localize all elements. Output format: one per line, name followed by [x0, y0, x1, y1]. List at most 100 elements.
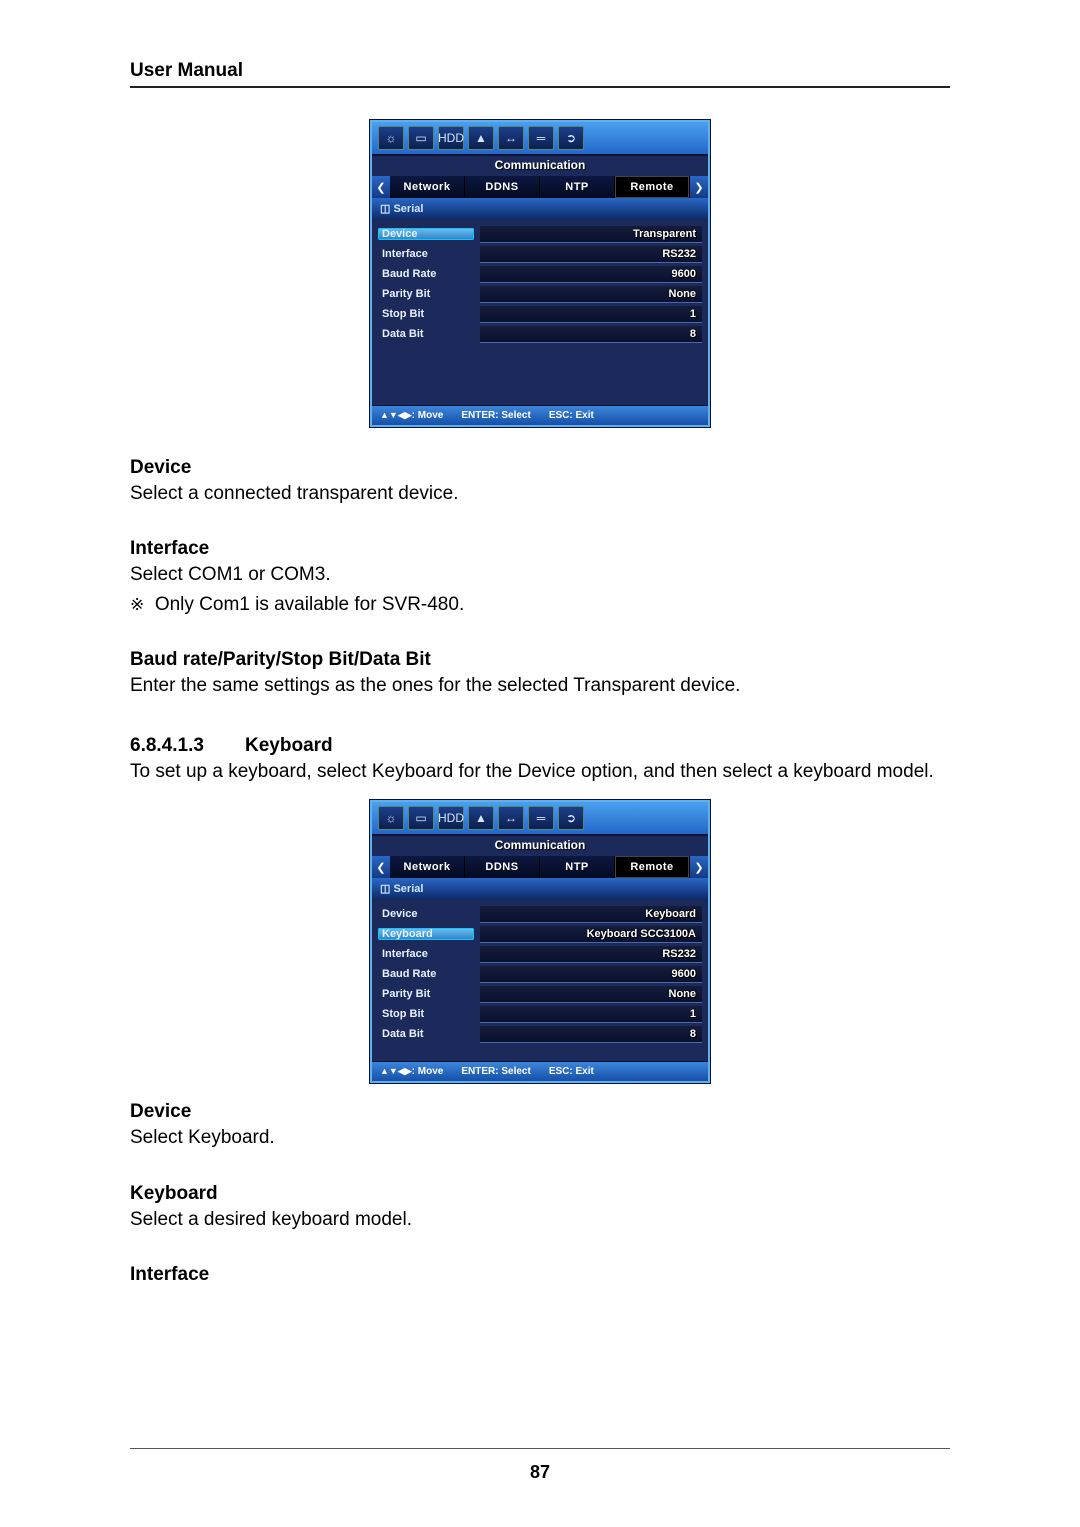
dvr-toolbar: ☼ ▭ HDD ▲ ↔ ═ ➲	[372, 122, 708, 156]
term-interface: Interface	[130, 538, 950, 560]
tab-network[interactable]: Network	[390, 176, 465, 198]
dvr-field-row[interactable]: Stop Bit 1	[378, 305, 702, 323]
desc-device-2: Select Keyboard.	[130, 1123, 950, 1152]
tab-remote[interactable]: Remote	[615, 176, 690, 198]
dvr-field-row[interactable]: Stop Bit 1	[378, 1005, 702, 1023]
dvr-tabs: ❮ Network DDNS NTP Remote ❯	[372, 856, 708, 878]
desc-keyboard: Select a desired keyboard model.	[130, 1205, 950, 1234]
dvr-field-label: Interface	[378, 248, 474, 260]
tab-ddns[interactable]: DDNS	[465, 176, 540, 198]
dvr-toolbar: ☼ ▭ HDD ▲ ↔ ═ ➲	[372, 802, 708, 836]
header-title: User Manual	[130, 60, 950, 86]
tab-scroll-right-icon[interactable]: ❯	[690, 856, 708, 878]
hdd-icon[interactable]: HDD	[438, 126, 464, 150]
monitor-icon[interactable]: ▭	[408, 126, 434, 150]
dvr-field-value[interactable]: Transparent	[480, 226, 702, 243]
footer-enter: ENTER: Select	[461, 1066, 530, 1077]
dvr-tabs: ❮ Network DDNS NTP Remote ❯	[372, 176, 708, 198]
gear-icon[interactable]: ☼	[378, 806, 404, 830]
serial-icon: ◫	[380, 883, 393, 895]
dvr-field-row[interactable]: Parity BitNone	[378, 985, 702, 1003]
user-icon[interactable]: ▲	[468, 126, 494, 150]
io-icon[interactable]: ↔	[498, 806, 524, 830]
section-title: Keyboard	[245, 735, 333, 756]
tab-scroll-left-icon[interactable]: ❮	[372, 856, 390, 878]
serial-icon: ◫	[380, 203, 393, 215]
footer-esc: ESC: Exit	[549, 410, 594, 421]
arrow-keys-icon: ▲▼◀▶: Move	[380, 410, 443, 421]
dvr-field-label: Stop Bit	[378, 1008, 474, 1020]
dvr-field-value[interactable]: Keyboard	[480, 906, 702, 923]
monitor-icon[interactable]: ▭	[408, 806, 434, 830]
dvr-window-title: Communication	[372, 156, 708, 176]
dvr-field-row[interactable]: DeviceTransparent	[378, 225, 702, 243]
dvr-field-row[interactable]: Interface RS232	[378, 245, 702, 263]
dvr-field-label: Baud Rate	[378, 268, 474, 280]
tab-scroll-right-icon[interactable]: ❯	[690, 176, 708, 198]
section-number: 6.8.4.1.3	[130, 735, 245, 757]
term-device: Device	[130, 457, 950, 479]
desc-interface-note: ※ Only Com1 is available for SVR-480.	[130, 590, 950, 619]
footer-esc: ESC: Exit	[549, 1066, 594, 1077]
desc-interface-1: Select COM1 or COM3.	[130, 560, 950, 589]
tab-scroll-left-icon[interactable]: ❮	[372, 176, 390, 198]
page-number: 87	[0, 1462, 1080, 1483]
dvr-field-label: Interface	[378, 948, 474, 960]
dvr-field-label: Data Bit	[378, 328, 474, 340]
footer-rule	[130, 1448, 950, 1449]
header-rule	[130, 86, 950, 88]
dvr-field-row[interactable]: Data Bit 8	[378, 1025, 702, 1043]
dvr-field-value[interactable]: 8	[480, 326, 702, 343]
dvr-field-label: Keyboard	[378, 928, 474, 940]
tab-ddns[interactable]: DDNS	[465, 856, 540, 878]
desc-baud: Enter the same settings as the ones for …	[130, 671, 950, 700]
term-device-2: Device	[130, 1101, 950, 1123]
dvr-field-value[interactable]: 8	[480, 1026, 702, 1043]
dvr-field-label: Baud Rate	[378, 968, 474, 980]
dvr-field-value[interactable]: 9600	[480, 966, 702, 983]
dvr-field-row[interactable]: Baud Rate 9600	[378, 265, 702, 283]
desc-device: Select a connected transparent device.	[130, 479, 950, 508]
dvr-field-row[interactable]: Interface RS232	[378, 945, 702, 963]
dvr-field-row[interactable]: Device Keyboard	[378, 905, 702, 923]
exit-icon[interactable]: ➲	[558, 806, 584, 830]
note-reference-mark-icon: ※	[130, 595, 144, 614]
tab-ntp[interactable]: NTP	[540, 176, 615, 198]
dvr-screenshot-1: ☼ ▭ HDD ▲ ↔ ═ ➲ Communication ❮ Network …	[130, 120, 950, 427]
term-interface-2: Interface	[130, 1264, 950, 1286]
footer-enter: ENTER: Select	[461, 410, 530, 421]
user-icon[interactable]: ▲	[468, 806, 494, 830]
tab-network[interactable]: Network	[390, 856, 465, 878]
section-heading: 6.8.4.1.3Keyboard	[130, 735, 950, 757]
dvr-field-row[interactable]: Parity BitNone	[378, 285, 702, 303]
dvr-field-value[interactable]: 1	[480, 306, 702, 323]
exit-icon[interactable]: ➲	[558, 126, 584, 150]
term-keyboard: Keyboard	[130, 1183, 950, 1205]
dvr-field-row[interactable]: Keyboard Keyboard SCC3100A	[378, 925, 702, 943]
dvr-field-value[interactable]: 1	[480, 1006, 702, 1023]
hdd-icon[interactable]: HDD	[438, 806, 464, 830]
network-icon[interactable]: ═	[528, 806, 554, 830]
network-icon[interactable]: ═	[528, 126, 554, 150]
dvr-footer: ▲▼◀▶: Move ENTER: Select ESC: Exit	[372, 1061, 708, 1081]
dvr-field-value[interactable]: RS232	[480, 946, 702, 963]
gear-icon[interactable]: ☼	[378, 126, 404, 150]
dvr-field-label: Stop Bit	[378, 308, 474, 320]
dvr-screenshot-2: ☼ ▭ HDD ▲ ↔ ═ ➲ Communication ❮ Network …	[130, 800, 950, 1083]
tab-remote[interactable]: Remote	[615, 856, 690, 878]
dvr-field-label: Device	[378, 908, 474, 920]
dvr-field-value[interactable]: Keyboard SCC3100A	[480, 926, 702, 943]
io-icon[interactable]: ↔	[498, 126, 524, 150]
dvr-field-value[interactable]: RS232	[480, 246, 702, 263]
dvr-field-value[interactable]: None	[480, 986, 702, 1003]
tab-ntp[interactable]: NTP	[540, 856, 615, 878]
dvr-field-row[interactable]: Data Bit 8	[378, 325, 702, 343]
dvr-field-value[interactable]: None	[480, 286, 702, 303]
arrow-keys-icon: ▲▼◀▶: Move	[380, 1066, 443, 1077]
dvr-field-label: Data Bit	[378, 1028, 474, 1040]
dvr-footer: ▲▼◀▶: Move ENTER: Select ESC: Exit	[372, 405, 708, 425]
dvr-field-value[interactable]: 9600	[480, 266, 702, 283]
section-intro: To set up a keyboard, select Keyboard fo…	[130, 757, 950, 786]
dvr-field-row[interactable]: Baud Rate 9600	[378, 965, 702, 983]
dvr-section-serial: ◫ Serial	[372, 878, 708, 899]
